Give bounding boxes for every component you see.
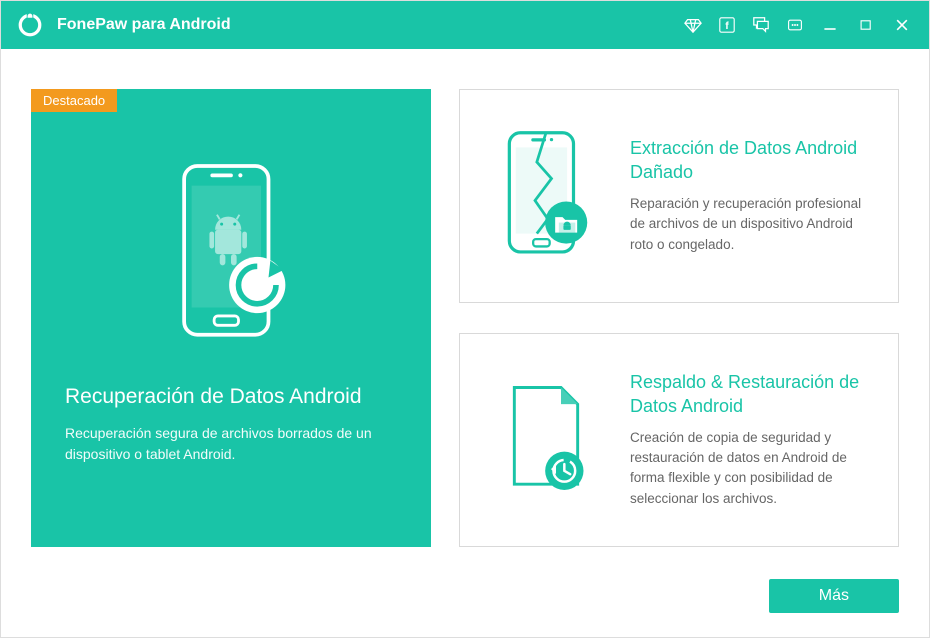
feedback-icon[interactable] xyxy=(751,15,771,35)
phone-recovery-icon xyxy=(65,125,397,385)
tile-description: Creación de copia de seguridad y restaur… xyxy=(630,428,872,509)
menu-icon[interactable] xyxy=(785,15,805,35)
file-backup-icon xyxy=(486,375,606,505)
tile-broken-extraction[interactable]: Extracción de Datos Android Dañado Repar… xyxy=(459,89,899,303)
tile-text: Respaldo & Restauración de Datos Android… xyxy=(630,371,872,509)
minimize-button[interactable] xyxy=(819,14,841,36)
app-logo-icon xyxy=(17,12,43,38)
featured-badge: Destacado xyxy=(31,89,117,112)
maximize-button[interactable] xyxy=(855,14,877,36)
content-area: Destacado xyxy=(1,49,929,637)
footer: Más xyxy=(31,575,899,613)
broken-phone-icon xyxy=(486,126,606,266)
tile-backup-restore[interactable]: Respaldo & Restauración de Datos Android… xyxy=(459,333,899,547)
logo-group: FonePaw para Android xyxy=(17,12,231,38)
titlebar-actions: f xyxy=(683,14,913,36)
titlebar: FonePaw para Android f xyxy=(1,1,929,49)
app-title: FonePaw para Android xyxy=(57,16,231,34)
tile-title: Respaldo & Restauración de Datos Android xyxy=(630,371,872,418)
diamond-icon[interactable] xyxy=(683,15,703,35)
tile-data-recovery[interactable]: Destacado xyxy=(31,89,431,547)
close-button[interactable] xyxy=(891,14,913,36)
tile-description: Reparación y recuperación profesional de… xyxy=(630,194,872,255)
tiles-row: Destacado xyxy=(31,89,899,547)
tile-title: Recuperación de Datos Android xyxy=(65,385,397,409)
tile-description: Recuperación segura de archivos borrados… xyxy=(65,423,397,465)
tile-title: Extracción de Datos Android Dañado xyxy=(630,137,872,184)
tile-text: Extracción de Datos Android Dañado Repar… xyxy=(630,137,872,255)
svg-text:f: f xyxy=(725,21,729,32)
more-button[interactable]: Más xyxy=(769,579,899,613)
left-column: Destacado xyxy=(31,89,431,547)
right-column: Extracción de Datos Android Dañado Repar… xyxy=(459,89,899,547)
facebook-icon[interactable]: f xyxy=(717,15,737,35)
